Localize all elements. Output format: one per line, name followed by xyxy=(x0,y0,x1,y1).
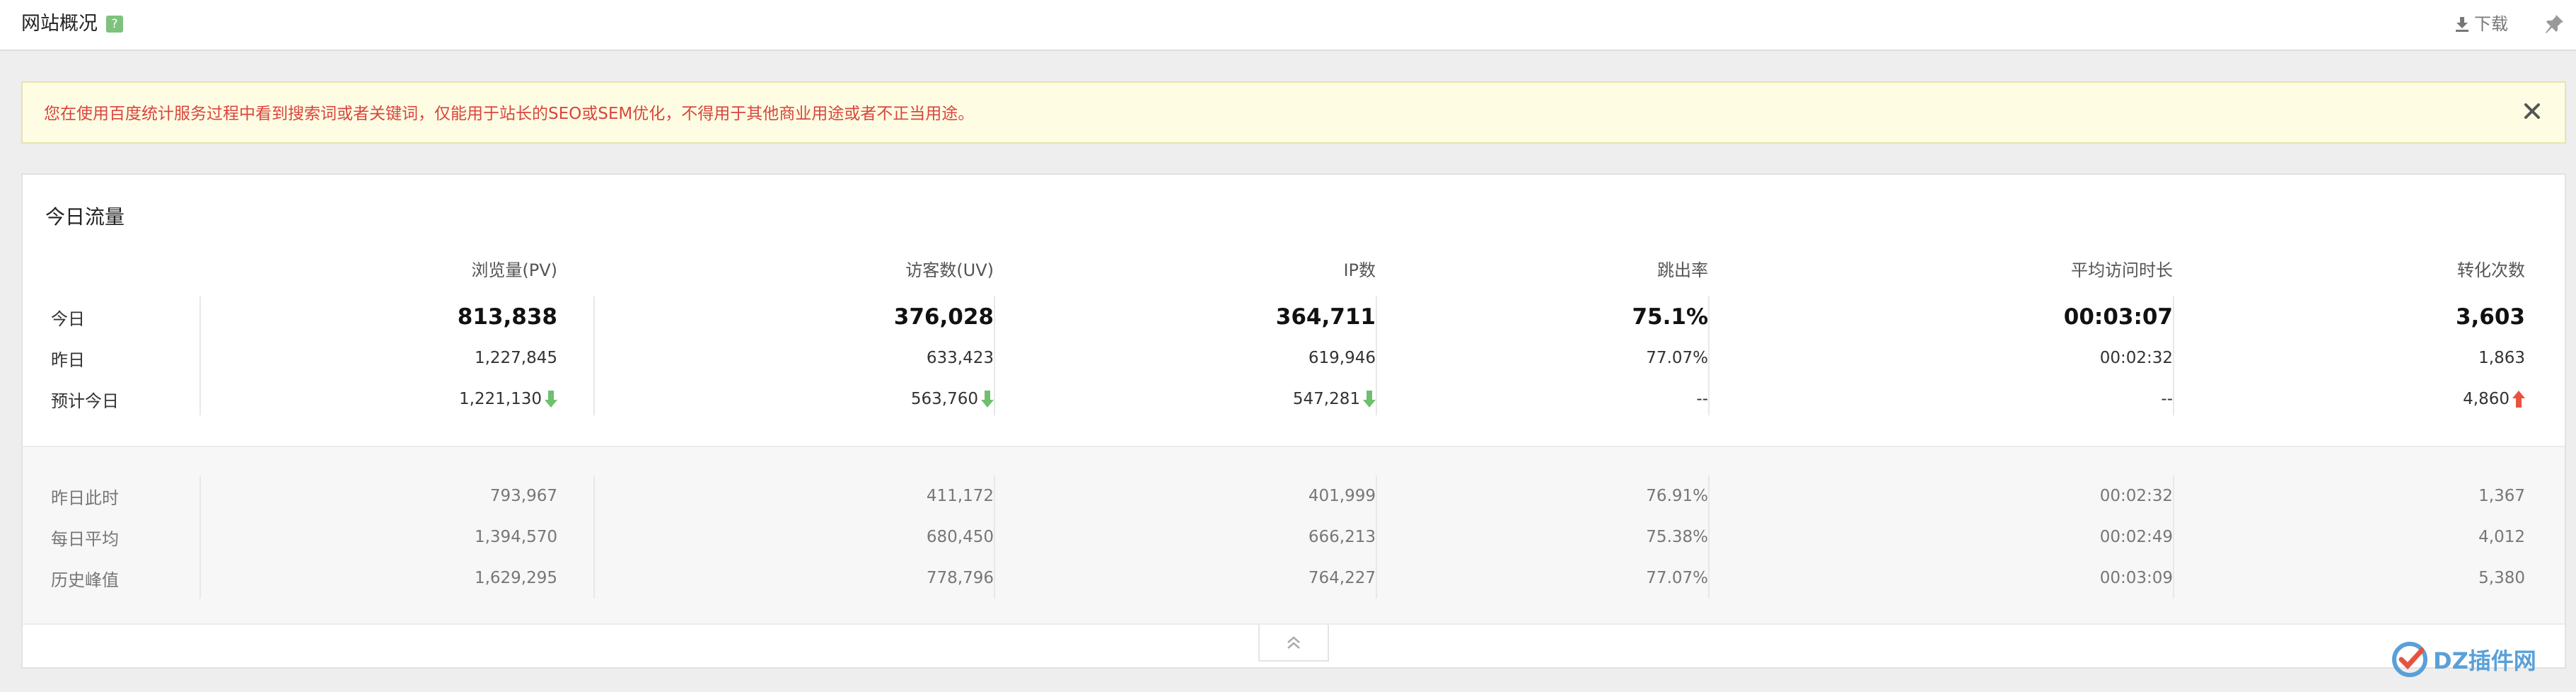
page-header: 网站概况 ? 下载 xyxy=(0,0,2576,51)
trend-up-icon xyxy=(2512,391,2525,408)
yesterday-same-time-pv: 793,967 xyxy=(489,487,557,505)
historical-peak-bounce-rate: 77.07% xyxy=(1646,569,1708,587)
row-label: 今日 xyxy=(51,308,85,329)
trend-down-icon xyxy=(1363,391,1376,408)
daily-average-uv: 680,450 xyxy=(926,528,994,546)
row-label: 每日平均 xyxy=(51,529,119,549)
notice-banner: 您在使用百度统计服务过程中看到搜索词或者关键词，仅能用于站长的SEO或SEM优化… xyxy=(21,81,2566,144)
watermark: DZ插件网 xyxy=(2391,640,2536,679)
download-icon xyxy=(2456,17,2468,32)
yesterday-same-time-conversions: 1,367 xyxy=(2478,487,2525,505)
table-header: 浏览量(PV) 访客数(UV) IP数 跳出率 平均访问时长 转化次数 xyxy=(23,254,2565,282)
yesterday-uv: 633,423 xyxy=(926,349,994,367)
forecast-uv-value: 563,760 xyxy=(910,390,978,408)
historical-peak-pv: 1,629,295 xyxy=(474,569,557,587)
row-label: 昨日此时 xyxy=(51,488,119,508)
download-label: 下载 xyxy=(2474,14,2508,34)
forecast-ip: 547,281 xyxy=(994,379,1376,420)
notice-message: 您在使用百度统计服务过程中看到搜索词或者关键词，仅能用于站长的SEO或SEM优化… xyxy=(44,105,975,123)
trend-down-icon xyxy=(545,391,557,408)
daily-average-conversions: 4,012 xyxy=(2478,528,2525,546)
yesterday-same-time-ip: 401,999 xyxy=(1308,487,1376,505)
column-header-conversions: 转化次数 xyxy=(2457,260,2525,280)
column-header-ip: IP数 xyxy=(1343,260,1376,280)
forecast-avg-duration: -- xyxy=(2161,390,2173,408)
panel-title: 今日流量 xyxy=(45,205,125,229)
table-row: 历史峰值 1,629,295 778,796 764,227 77.07% 00… xyxy=(23,558,2565,599)
yesterday-pv: 1,227,845 xyxy=(474,349,557,367)
yesterday-ip: 619,946 xyxy=(1308,349,1376,367)
pin-icon[interactable] xyxy=(2543,13,2565,35)
forecast-bounce-rate: -- xyxy=(1696,390,1708,408)
table-row: 预计今日 1,221,130 563,760 547,281 -- -- 4,8… xyxy=(23,379,2565,420)
today-bounce-rate: 75.1% xyxy=(1632,304,1708,330)
daily-average-pv: 1,394,570 xyxy=(474,528,557,546)
today-uv: 376,028 xyxy=(893,304,994,330)
yesterday-avg-duration: 00:02:32 xyxy=(2099,349,2173,367)
historical-peak-uv: 778,796 xyxy=(926,569,994,587)
daily-average-bounce-rate: 75.38% xyxy=(1646,528,1708,546)
today-pv: 813,838 xyxy=(457,304,557,330)
column-header-uv: 访客数(UV) xyxy=(905,260,994,280)
help-badge[interactable]: ? xyxy=(106,16,123,33)
collapse-button[interactable] xyxy=(1258,625,1329,662)
daily-average-avg-duration: 00:02:49 xyxy=(2099,528,2173,546)
today-conversions: 3,603 xyxy=(2455,304,2525,330)
table-row: 昨日此时 793,967 411,172 401,999 76.91% 00:0… xyxy=(23,475,2565,517)
watermark-text: DZ插件网 xyxy=(2433,647,2536,674)
forecast-ip-value: 547,281 xyxy=(1292,390,1360,408)
table-row: 今日 813,838 376,028 364,711 75.1% 00:03:0… xyxy=(23,296,2565,338)
yesterday-same-time-avg-duration: 00:02:32 xyxy=(2099,487,2173,505)
row-label: 历史峰值 xyxy=(51,570,119,590)
column-header-avg-duration: 平均访问时长 xyxy=(2071,260,2173,280)
download-button[interactable]: 下载 xyxy=(2455,13,2508,35)
column-header-pv: 浏览量(PV) xyxy=(471,260,557,280)
yesterday-same-time-uv: 411,172 xyxy=(926,487,994,505)
chevron-up-icon xyxy=(1287,636,1300,649)
today-avg-duration: 00:03:07 xyxy=(2063,304,2173,330)
forecast-pv: 1,221,130 xyxy=(199,379,557,420)
traffic-panel: 今日流量 浏览量(PV) 访客数(UV) IP数 跳出率 平均访问时长 转化次数… xyxy=(21,173,2566,669)
table-row: 每日平均 1,394,570 680,450 666,213 75.38% 00… xyxy=(23,517,2565,558)
historical-peak-avg-duration: 00:03:09 xyxy=(2099,569,2173,587)
watermark-logo-icon xyxy=(2392,642,2427,677)
forecast-pv-value: 1,221,130 xyxy=(458,390,542,408)
yesterday-same-time-bounce-rate: 76.91% xyxy=(1646,487,1708,505)
page-title: 网站概况 xyxy=(21,13,98,35)
today-ip: 364,711 xyxy=(1275,304,1376,330)
forecast-conversions: 4,860 xyxy=(2173,379,2525,420)
row-label: 昨日 xyxy=(51,350,85,370)
trend-down-icon xyxy=(981,391,994,408)
yesterday-bounce-rate: 77.07% xyxy=(1646,349,1708,367)
daily-average-ip: 666,213 xyxy=(1308,528,1376,546)
row-label: 预计今日 xyxy=(51,391,119,411)
forecast-conversions-value: 4,860 xyxy=(2463,390,2510,408)
yesterday-conversions: 1,863 xyxy=(2478,349,2525,367)
column-header-bounce-rate: 跳出率 xyxy=(1657,260,1708,280)
forecast-uv: 563,760 xyxy=(593,379,994,420)
table-row: 昨日 1,227,845 633,423 619,946 77.07% 00:0… xyxy=(23,338,2565,379)
close-icon[interactable] xyxy=(2521,100,2543,122)
historical-peak-conversions: 5,380 xyxy=(2478,569,2525,587)
historical-peak-ip: 764,227 xyxy=(1308,569,1376,587)
